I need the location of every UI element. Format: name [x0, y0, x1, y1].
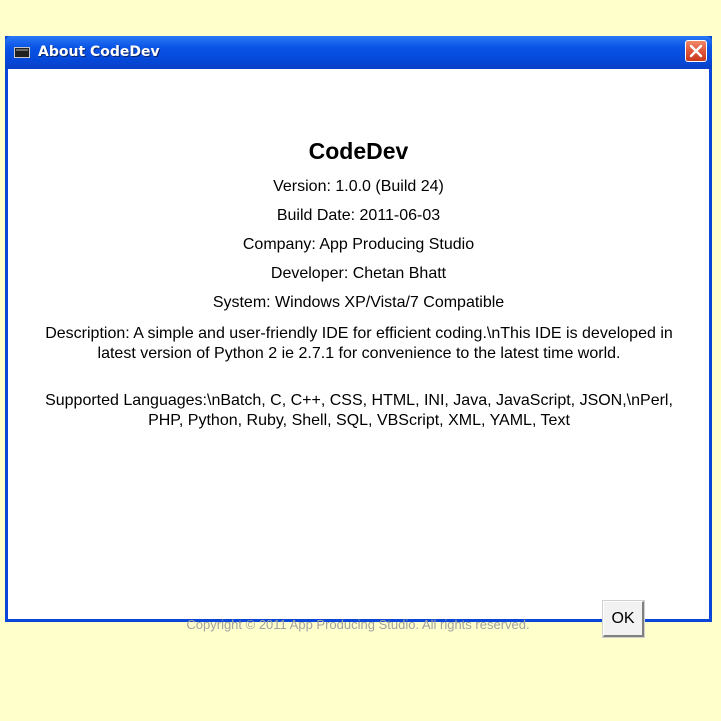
title-bar[interactable]: About CodeDev	[5, 36, 712, 69]
version-text: Version: 1.0.0 (Build 24)	[273, 178, 444, 195]
close-button[interactable]	[685, 40, 707, 62]
ok-button[interactable]: OK	[602, 600, 645, 638]
developer-text: Developer: Chetan Bhatt	[270, 265, 447, 282]
window-title: About CodeDev	[38, 44, 160, 60]
app-name-heading: CodeDev	[308, 138, 409, 164]
app-window-icon	[14, 47, 30, 58]
close-icon	[689, 44, 703, 58]
about-dialog: About CodeDev CodeDev Version: 1.0.0 (Bu…	[5, 36, 712, 638]
description-text: Description: A simple and user-friendly …	[45, 325, 673, 362]
company-text: Company: App Producing Studio	[242, 236, 475, 253]
supported-languages-text: Supported Languages:\nBatch, C, C++, CSS…	[45, 392, 673, 429]
copyright-text: Copyright © 2011 App Producing Studio. A…	[186, 617, 530, 632]
dialog-content: CodeDev Version: 1.0.0 (Build 24) Build …	[8, 69, 709, 632]
build-date-text: Build Date: 2011-06-03	[276, 207, 441, 224]
system-text: System: Windows XP/Vista/7 Compatible	[212, 294, 505, 311]
